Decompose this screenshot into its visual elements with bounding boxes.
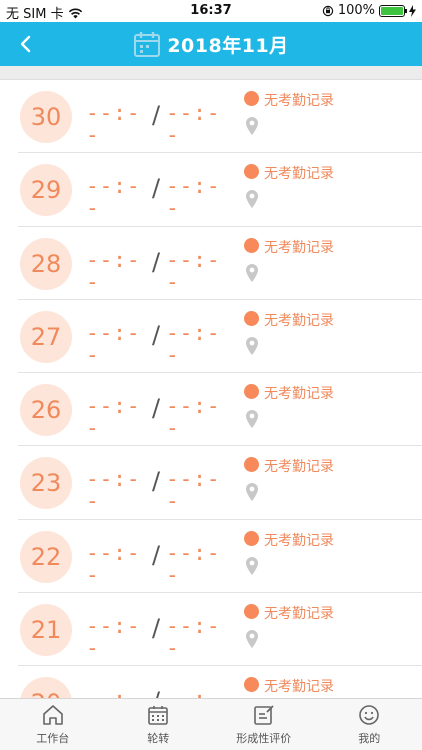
smiley-icon — [359, 705, 380, 725]
tab-label: 形成性评价 — [236, 732, 292, 745]
check-in-time: --:-- — [86, 174, 141, 221]
status-dot-icon — [244, 91, 259, 106]
location-pin-icon[interactable] — [244, 629, 260, 649]
header-divider — [0, 66, 422, 80]
status-dot-icon — [244, 457, 259, 473]
check-in-time: --:-- — [86, 540, 141, 587]
nav-bar: 2018年11月 — [0, 22, 422, 66]
attendance-row[interactable]: 29 --:-- / --:-- 无考勤记录 — [18, 153, 422, 227]
day-badge: 27 — [20, 310, 72, 363]
check-in-time: --:-- — [86, 247, 141, 294]
charging-bolt-icon — [409, 4, 416, 17]
tab-workbench[interactable]: 工作台 — [0, 699, 106, 750]
tab-rotation[interactable]: 轮转 — [106, 699, 212, 750]
location-pin-icon[interactable] — [244, 263, 260, 283]
attendance-row[interactable]: 26 --:-- / --:-- 无考勤记录 — [18, 373, 422, 447]
attendance-status: 无考勤记录 — [264, 679, 334, 696]
page-title: 2018年11月 — [167, 34, 289, 57]
status-dot-icon — [244, 164, 259, 180]
check-in-time: --:-- — [86, 320, 141, 367]
attendance-row[interactable]: 20 --:-- / --:-- 无考勤记录 — [18, 666, 422, 698]
tab-label: 我的 — [358, 732, 381, 745]
attendance-status: 无考勤记录 — [264, 239, 334, 256]
day-badge: 20 — [20, 677, 72, 698]
check-out-time: --:-- — [166, 467, 221, 514]
attendance-status: 无考勤记录 — [264, 532, 334, 549]
tab-mine[interactable]: 我的 — [317, 699, 422, 750]
day-badge: 28 — [20, 237, 72, 290]
calendar-grid-icon — [148, 706, 169, 725]
edit-note-icon — [253, 705, 274, 725]
attendance-list[interactable]: 30 --:-- / --:-- 无考勤记录 29 --:-- / --:-- … — [0, 80, 422, 698]
battery-icon — [379, 4, 407, 17]
tab-label: 轮转 — [147, 732, 170, 745]
time-separator: / — [152, 614, 161, 643]
check-out-time: --:-- — [166, 101, 221, 147]
check-out-time: --:-- — [166, 247, 221, 294]
attendance-row[interactable]: 23 --:-- / --:-- 无考勤记录 — [18, 446, 422, 520]
location-pin-icon[interactable] — [244, 409, 260, 429]
time-separator: / — [152, 247, 161, 276]
attendance-row[interactable]: 27 --:-- / --:-- 无考勤记录 — [18, 300, 422, 374]
check-in-time: --:-- — [86, 101, 141, 147]
location-pin-icon[interactable] — [244, 336, 260, 356]
day-badge: 26 — [20, 384, 72, 437]
status-bar: 无 SIM 卡 16:37 100% — [0, 0, 422, 22]
attendance-status: 无考勤记录 — [264, 606, 334, 623]
battery-fill — [381, 6, 403, 15]
status-right: 100% — [322, 3, 416, 18]
check-out-time: --:-- — [166, 688, 226, 698]
tab-label: 工作台 — [36, 732, 70, 745]
tab-bar: 工作台 轮转 形成性评价 我的 — [0, 698, 422, 750]
home-icon — [42, 705, 63, 725]
calendar-icon — [134, 32, 161, 57]
attendance-status: 无考勤记录 — [264, 312, 334, 329]
attendance-status: 无考勤记录 — [264, 386, 334, 403]
time-separator: / — [152, 320, 161, 349]
status-dot-icon — [244, 530, 259, 546]
check-in-time: --:-- — [86, 614, 141, 661]
location-pin-icon[interactable] — [244, 482, 260, 502]
attendance-row[interactable]: 21 --:-- / --:-- 无考勤记录 — [18, 593, 422, 667]
time-separator: / — [152, 174, 161, 203]
attendance-status: 无考勤记录 — [264, 93, 334, 109]
attendance-row[interactable]: 28 --:-- / --:-- 无考勤记录 — [18, 227, 422, 300]
orientation-lock-icon — [322, 5, 334, 16]
check-in-time: --:-- — [86, 467, 141, 514]
status-dot-icon — [244, 384, 259, 400]
day-badge: 22 — [20, 530, 72, 583]
status-dot-icon — [244, 237, 259, 253]
attendance-row[interactable]: 22 --:-- / --:-- 无考勤记录 — [18, 520, 422, 594]
attendance-status: 无考勤记录 — [264, 166, 334, 183]
battery-percent: 100% — [337, 3, 375, 18]
check-out-time: --:-- — [166, 394, 221, 441]
attendance-row[interactable]: 30 --:-- / --:-- 无考勤记录 — [18, 80, 422, 154]
day-badge: 23 — [20, 457, 72, 510]
attendance-status: 无考勤记录 — [264, 459, 334, 476]
day-badge: 21 — [20, 604, 72, 657]
check-in-time: --:-- — [86, 688, 146, 698]
location-pin-icon[interactable] — [244, 556, 260, 576]
check-out-time: --:-- — [166, 320, 221, 367]
location-pin-icon[interactable] — [244, 116, 260, 136]
time-separator: / — [152, 467, 161, 496]
day-badge: 29 — [20, 164, 72, 217]
day-badge: 30 — [20, 91, 72, 143]
check-out-time: --:-- — [166, 540, 221, 587]
check-in-time: --:-- — [86, 394, 141, 441]
check-out-time: --:-- — [166, 174, 221, 221]
tab-formative-evaluation[interactable]: 形成性评价 — [211, 699, 317, 750]
status-dot-icon — [244, 310, 259, 326]
time-separator: / — [152, 540, 161, 569]
check-out-time: --:-- — [166, 614, 221, 661]
status-dot-icon — [244, 677, 259, 693]
time-separator: / — [152, 101, 161, 129]
location-pin-icon[interactable] — [244, 189, 260, 209]
time-separator: / — [152, 687, 160, 698]
nav-title-group[interactable]: 2018年11月 — [0, 22, 422, 66]
time-separator: / — [152, 394, 161, 423]
status-dot-icon — [244, 604, 259, 620]
